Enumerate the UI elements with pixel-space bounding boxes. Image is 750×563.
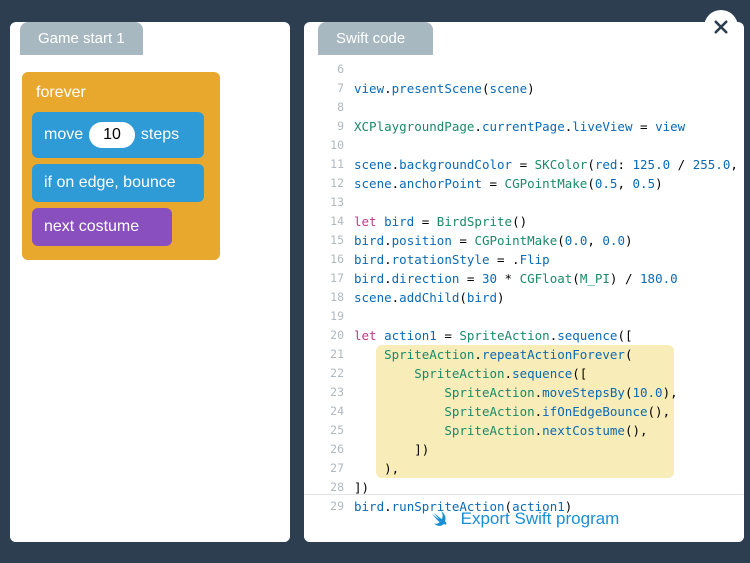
line-number: 13 [304, 193, 354, 212]
close-icon [712, 18, 730, 36]
code-text: SpriteAction.sequence([ [354, 364, 744, 383]
code-text: bird.rotationStyle = .Flip [354, 250, 744, 269]
code-line: 22 SpriteAction.sequence([ [304, 364, 744, 383]
line-number: 29 [304, 497, 354, 516]
code-text: SpriteAction.nextCostume(), [354, 421, 744, 440]
move-prefix: move [44, 126, 83, 144]
forever-children: move 10 steps if on edge, bounce next co… [32, 112, 210, 246]
code-text: view.presentScene(scene) [354, 79, 744, 98]
code-line: 14let bird = BirdSprite() [304, 212, 744, 231]
code-text: SpriteAction.moveStepsBy(10.0), [354, 383, 744, 402]
next-costume-label: next costume [44, 218, 139, 236]
line-number: 15 [304, 231, 354, 250]
line-number: 18 [304, 288, 354, 307]
code-line: 6 [304, 60, 744, 79]
code-text: SpriteAction.ifOnEdgeBounce(), [354, 402, 744, 421]
code-text: scene.addChild(bird) [354, 288, 744, 307]
code-editor[interactable]: 67view.presentScene(scene)89XCPlayground… [304, 56, 744, 516]
line-number: 14 [304, 212, 354, 231]
block-next-costume[interactable]: next costume [32, 208, 172, 246]
forever-label: forever [32, 82, 210, 112]
code-text: bird.position = CGPointMake(0.0, 0.0) [354, 231, 744, 250]
code-text: bird.direction = 30 * CGFloat(M_PI) / 18… [354, 269, 744, 288]
line-number: 17 [304, 269, 354, 288]
code-text: SpriteAction.repeatActionForever( [354, 345, 744, 364]
code-line: 26 ]) [304, 440, 744, 459]
code-line: 28]) [304, 478, 744, 497]
move-suffix: steps [141, 126, 179, 144]
code-line: 9XCPlaygroundPage.currentPage.liveView =… [304, 117, 744, 136]
code-text: scene.anchorPoint = CGPointMake(0.5, 0.5… [354, 174, 744, 193]
code-line: 7view.presentScene(scene) [304, 79, 744, 98]
code-text [354, 193, 744, 212]
tab-swift-code[interactable]: Swift code [318, 22, 433, 55]
code-line: 12scene.anchorPoint = CGPointMake(0.5, 0… [304, 174, 744, 193]
code-text: ]) [354, 440, 744, 459]
line-number: 16 [304, 250, 354, 269]
code-line: 11scene.backgroundColor = SKColor(red: 1… [304, 155, 744, 174]
code-line: 25 SpriteAction.nextCostume(), [304, 421, 744, 440]
code-text [354, 136, 744, 155]
code-text [354, 307, 744, 326]
code-line: 10 [304, 136, 744, 155]
block-if-edge-bounce[interactable]: if on edge, bounce [32, 164, 204, 202]
code-text: let action1 = SpriteAction.sequence([ [354, 326, 744, 345]
code-panel: Swift code 67view.presentScene(scene)89X… [304, 22, 744, 542]
code-line: 19 [304, 307, 744, 326]
code-text: let bird = BirdSprite() [354, 212, 744, 231]
code-line: 8 [304, 98, 744, 117]
tab-label: Game start 1 [38, 30, 125, 47]
close-button[interactable] [704, 10, 738, 44]
code-text: XCPlaygroundPage.currentPage.liveView = … [354, 117, 744, 136]
line-number: 21 [304, 345, 354, 364]
code-line: 17bird.direction = 30 * CGFloat(M_PI) / … [304, 269, 744, 288]
code-text [354, 60, 744, 79]
line-number: 9 [304, 117, 354, 136]
code-line: 29bird.runSpriteAction(action1) [304, 497, 744, 516]
code-line: 27 ), [304, 459, 744, 478]
code-line: 24 SpriteAction.ifOnEdgeBounce(), [304, 402, 744, 421]
code-text: bird.runSpriteAction(action1) [354, 497, 744, 516]
line-number: 6 [304, 60, 354, 79]
code-line: 21 SpriteAction.repeatActionForever( [304, 345, 744, 364]
line-number: 10 [304, 136, 354, 155]
code-text: ), [354, 459, 744, 478]
code-line: 15bird.position = CGPointMake(0.0, 0.0) [304, 231, 744, 250]
code-lines: 67view.presentScene(scene)89XCPlayground… [304, 60, 744, 516]
bounce-label: if on edge, bounce [44, 174, 176, 192]
block-forever[interactable]: forever move 10 steps if on edge, bounce… [22, 72, 220, 260]
line-number: 8 [304, 98, 354, 117]
line-number: 7 [304, 79, 354, 98]
blocks-panel: Game start 1 forever move 10 steps if on… [10, 22, 290, 542]
tab-game-start[interactable]: Game start 1 [20, 22, 143, 55]
block-move-steps[interactable]: move 10 steps [32, 112, 204, 158]
code-line: 20let action1 = SpriteAction.sequence([ [304, 326, 744, 345]
code-line: 23 SpriteAction.moveStepsBy(10.0), [304, 383, 744, 402]
line-number: 24 [304, 402, 354, 421]
code-text [354, 98, 744, 117]
move-value-input[interactable]: 10 [89, 122, 135, 148]
code-text: ]) [354, 478, 744, 497]
line-number: 23 [304, 383, 354, 402]
line-number: 25 [304, 421, 354, 440]
line-number: 20 [304, 326, 354, 345]
code-line: 16bird.rotationStyle = .Flip [304, 250, 744, 269]
code-line: 18scene.addChild(bird) [304, 288, 744, 307]
line-number: 28 [304, 478, 354, 497]
code-text: scene.backgroundColor = SKColor(red: 125… [354, 155, 744, 174]
line-number: 22 [304, 364, 354, 383]
line-number: 12 [304, 174, 354, 193]
line-number: 27 [304, 459, 354, 478]
blocks-canvas[interactable]: forever move 10 steps if on edge, bounce… [10, 56, 290, 542]
line-number: 11 [304, 155, 354, 174]
line-number: 26 [304, 440, 354, 459]
tab-label: Swift code [336, 30, 405, 47]
line-number: 19 [304, 307, 354, 326]
code-line: 13 [304, 193, 744, 212]
